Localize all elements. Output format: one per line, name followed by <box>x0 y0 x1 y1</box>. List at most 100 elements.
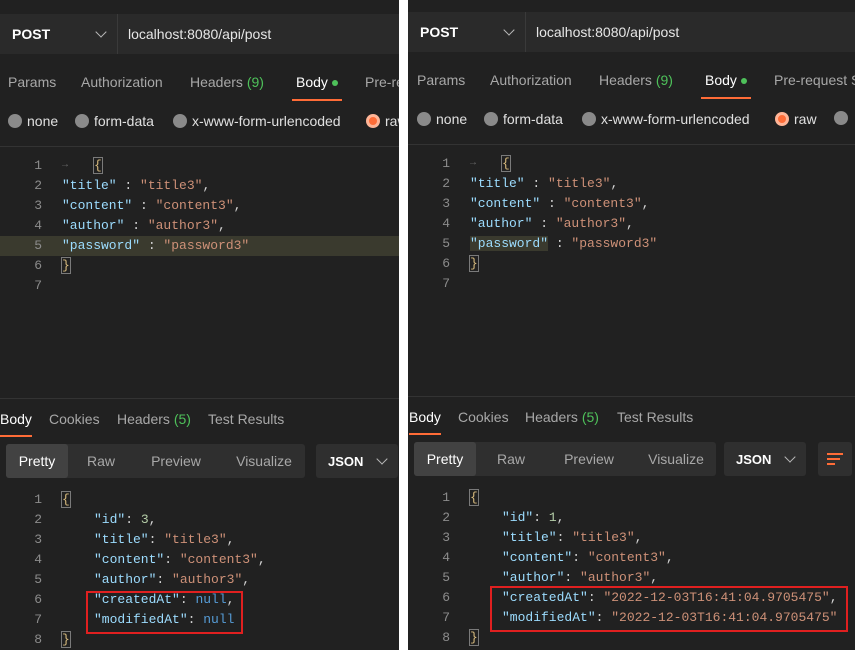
tab-prerequest[interactable]: Pre-request S <box>774 72 855 88</box>
wrap-lines-button[interactable] <box>818 442 852 476</box>
line-number: 1 <box>34 492 42 507</box>
tab-authorization[interactable]: Authorization <box>81 74 163 90</box>
view-pretty-button[interactable]: Pretty <box>6 444 68 478</box>
line-number: 2 <box>34 178 42 193</box>
line-number: 5 <box>34 572 42 587</box>
view-raw-button[interactable]: Raw <box>76 444 126 478</box>
tab-authorization[interactable]: Authorization <box>490 72 572 88</box>
json-key: "title" <box>94 532 149 547</box>
code-line: 4 "author" : "author3", <box>0 216 399 236</box>
option-raw[interactable]: raw <box>366 113 399 129</box>
tab-params[interactable]: Params <box>8 74 56 90</box>
option-urlencoded-label: x-www-form-urlencoded <box>192 113 341 129</box>
view-preview-button[interactable]: Preview <box>138 444 214 478</box>
code-line: 7 <box>408 274 855 294</box>
line-number: 4 <box>442 216 450 231</box>
request-body-editor[interactable]: 1 →{ 2 "title" : "title3", 3 "content" : "c… <box>408 154 855 294</box>
json-value: 3 <box>140 512 149 527</box>
option-form-data-label: form-data <box>94 113 154 129</box>
json-value: "content3" <box>155 198 234 213</box>
request-tabs: Params Authorization Headers (9) Body Pr… <box>0 64 399 102</box>
option-form-data[interactable]: form-data <box>484 111 563 127</box>
line-number: 7 <box>34 278 42 293</box>
response-headers-count: (5) <box>173 411 191 427</box>
code-line: 1 → { <box>0 156 399 176</box>
divider <box>0 398 399 399</box>
format-select[interactable]: JSON <box>724 442 806 476</box>
right-postman-panel: POST localhost:8080/api/post Params Auth… <box>408 0 855 650</box>
line-number: 6 <box>34 258 42 273</box>
json-key: "title" <box>470 176 525 191</box>
json-value: "author3" <box>172 572 243 587</box>
view-pretty-button[interactable]: Pretty <box>414 442 476 476</box>
line-number: 7 <box>34 612 42 627</box>
code-line: 1{ <box>0 490 399 510</box>
method-label: POST <box>420 24 459 40</box>
code-line: 3 "title": "title3", <box>0 530 399 550</box>
option-binary[interactable] <box>834 111 853 125</box>
tab-cookies[interactable]: Cookies <box>458 409 509 425</box>
tab-body[interactable]: Body <box>701 72 751 99</box>
option-form-data[interactable]: form-data <box>75 113 154 129</box>
option-urlencoded[interactable]: x-www-form-urlencoded <box>173 113 341 129</box>
tab-response-headers[interactable]: Headers (5) <box>525 409 599 425</box>
view-preview-button[interactable]: Preview <box>551 442 627 476</box>
request-body-editor[interactable]: 1 →{ 2 "title" : "title3", 3 "content" : "c… <box>0 156 399 296</box>
code-line: 3 "title": "title3", <box>408 528 855 548</box>
radio-icon <box>8 114 22 128</box>
tab-response-headers-label: Headers <box>117 411 170 427</box>
option-raw[interactable]: raw <box>775 111 817 127</box>
option-none[interactable]: none <box>417 111 467 127</box>
headers-count: (9) <box>246 74 264 90</box>
tab-body[interactable]: Body <box>292 74 342 101</box>
tab-cookies[interactable]: Cookies <box>49 411 100 427</box>
option-urlencoded-label: x-www-form-urlencoded <box>601 111 750 127</box>
radio-icon <box>75 114 89 128</box>
response-tabs: Body Cookies Headers (5) Test Results <box>408 398 855 435</box>
tab-body-label: Body <box>705 72 737 88</box>
divider <box>408 396 855 397</box>
chevron-down-icon <box>376 453 388 465</box>
view-mode-bar: Pretty Raw Preview Visualize <box>414 442 716 476</box>
json-value: "password3" <box>571 236 658 251</box>
tab-response-body[interactable]: Body <box>409 409 441 435</box>
json-value: "author3" <box>147 218 219 233</box>
code-line: 4 "author" : "author3", <box>408 214 855 234</box>
tab-headers[interactable]: Headers (9) <box>190 74 264 90</box>
tab-headers[interactable]: Headers (9) <box>599 72 673 88</box>
tab-headers-label: Headers <box>190 74 243 90</box>
tab-prerequest[interactable]: Pre-re <box>365 74 399 90</box>
brace: { <box>469 489 479 506</box>
option-urlencoded[interactable]: x-www-form-urlencoded <box>582 111 750 127</box>
url-input[interactable]: localhost:8080/api/post <box>118 26 271 42</box>
format-label: JSON <box>328 453 364 469</box>
brace: { <box>93 157 103 174</box>
view-visualize-button[interactable]: Visualize <box>636 442 716 476</box>
view-raw-button[interactable]: Raw <box>486 442 536 476</box>
json-value: "title3" <box>548 176 611 191</box>
format-select[interactable]: JSON <box>316 444 398 478</box>
method-select[interactable]: POST <box>0 14 118 54</box>
code-line: 3 "content" : "content3", <box>0 196 399 216</box>
tab-params[interactable]: Params <box>417 72 465 88</box>
method-select[interactable]: POST <box>408 12 526 52</box>
json-key: "content" <box>62 198 133 213</box>
url-input[interactable]: localhost:8080/api/post <box>526 24 679 40</box>
tab-test-results[interactable]: Test Results <box>617 409 693 425</box>
option-none[interactable]: none <box>8 113 58 129</box>
line-number: 4 <box>34 218 42 233</box>
view-visualize-button[interactable]: Visualize <box>223 444 305 478</box>
code-line: 7 <box>0 276 399 296</box>
tab-test-results[interactable]: Test Results <box>208 411 284 427</box>
code-line: 5 "password" : "password3" <box>408 234 855 254</box>
json-value: "title3" <box>140 178 203 193</box>
tab-response-body[interactable]: Body <box>0 411 32 437</box>
code-line-highlighted: 5 "password" : "password3" <box>0 236 399 256</box>
tab-response-headers[interactable]: Headers (5) <box>117 411 191 427</box>
url-bar: POST localhost:8080/api/post <box>0 14 399 54</box>
method-label: POST <box>12 26 51 42</box>
json-key: "id" <box>502 510 534 525</box>
code-line: 2 "title" : "title3", <box>408 174 855 194</box>
json-value: "author3" <box>580 570 651 585</box>
json-key: "id" <box>94 512 126 527</box>
